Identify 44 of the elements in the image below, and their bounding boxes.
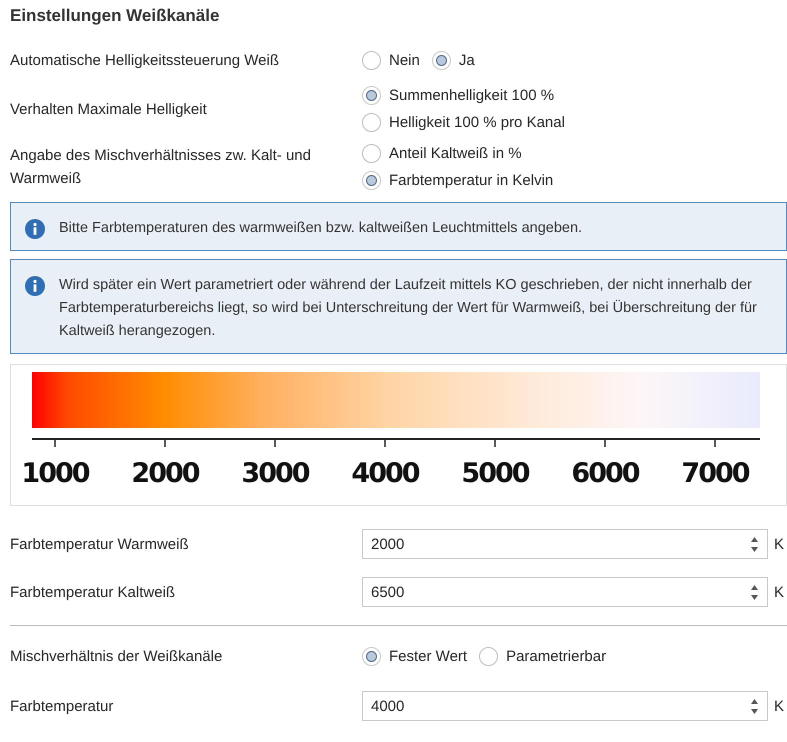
radio-button[interactable] [432, 50, 451, 70]
setting-label: Mischverhältnis der Weißkanäle [10, 646, 224, 666]
radio-button[interactable] [362, 50, 381, 70]
setting-label: Automatische Helligkeitssteuerung Weiß [10, 50, 280, 70]
section-title: Einstellungen Weißkanäle [10, 6, 220, 26]
tick-label: 3000 [241, 458, 309, 489]
option-label[interactable]: Anteil Kaltweiß in % [389, 145, 522, 162]
tick-label: 5000 [461, 458, 529, 489]
tick-label: 2000 [131, 458, 199, 489]
option-label[interactable]: Farbtemperatur in Kelvin [389, 172, 554, 189]
info-icon [25, 276, 45, 296]
setting-label: Farbtemperatur Warmweiß [10, 534, 190, 554]
unit-label: K [774, 584, 784, 600]
radio-button[interactable] [362, 171, 381, 190]
radio-button[interactable] [362, 86, 381, 105]
radio-button[interactable] [362, 144, 381, 163]
option-label[interactable]: Parametrierbar [506, 648, 606, 664]
setting-label: Verhalten Maximale Helligkeit [10, 100, 208, 120]
setting-label: Angabe des Mischverhältnisses zw. Kalt- und Warmweiß [10, 146, 312, 189]
spinner-arrows-icon[interactable] [750, 698, 759, 714]
radio-button[interactable] [362, 646, 381, 666]
option-label[interactable]: Nein [389, 52, 420, 68]
option-label[interactable]: Ja [458, 52, 475, 68]
option-label[interactable]: Fester Wert [389, 648, 468, 664]
spinner-arrows-icon[interactable] [750, 536, 759, 552]
tick-label: 6000 [571, 458, 639, 489]
tick-label: 4000 [351, 458, 419, 489]
number-field[interactable]: 2000 [362, 529, 768, 559]
info-text: Wird später ein Wert parametriert oder während der Laufzeit mittels KO geschrieben, der nicht innerhalb der Farbtemperaturbereichs liegt, so wird bei Unterschreitung der Wert für Warmweiß, bei Überschreitung der für Kaltweiß herangezogen. [59, 276, 758, 341]
unit-label: K [774, 698, 784, 714]
number-field[interactable]: 4000 [362, 691, 768, 721]
tick-label: 7000 [681, 458, 749, 489]
setting-label: Farbtemperatur Kaltweiß [10, 582, 176, 602]
tick-label: 1000 [21, 458, 89, 489]
option-label[interactable]: Summenhelligkeit 100 % [389, 87, 554, 104]
option-label[interactable]: Helligkeit 100 % pro Kanal [389, 114, 565, 131]
spinner-arrows-icon[interactable] [750, 584, 759, 600]
number-field[interactable]: 6500 [362, 577, 768, 607]
setting-label: Farbtemperatur [10, 696, 114, 716]
radio-button[interactable] [479, 646, 498, 666]
info-text: Bitte Farbtemperaturen des warmweißen bzw. kaltweißen Leuchtmittels angeben. [59, 219, 582, 238]
unit-label: K [774, 536, 784, 552]
info-icon [25, 219, 45, 239]
radio-button[interactable] [362, 113, 381, 132]
